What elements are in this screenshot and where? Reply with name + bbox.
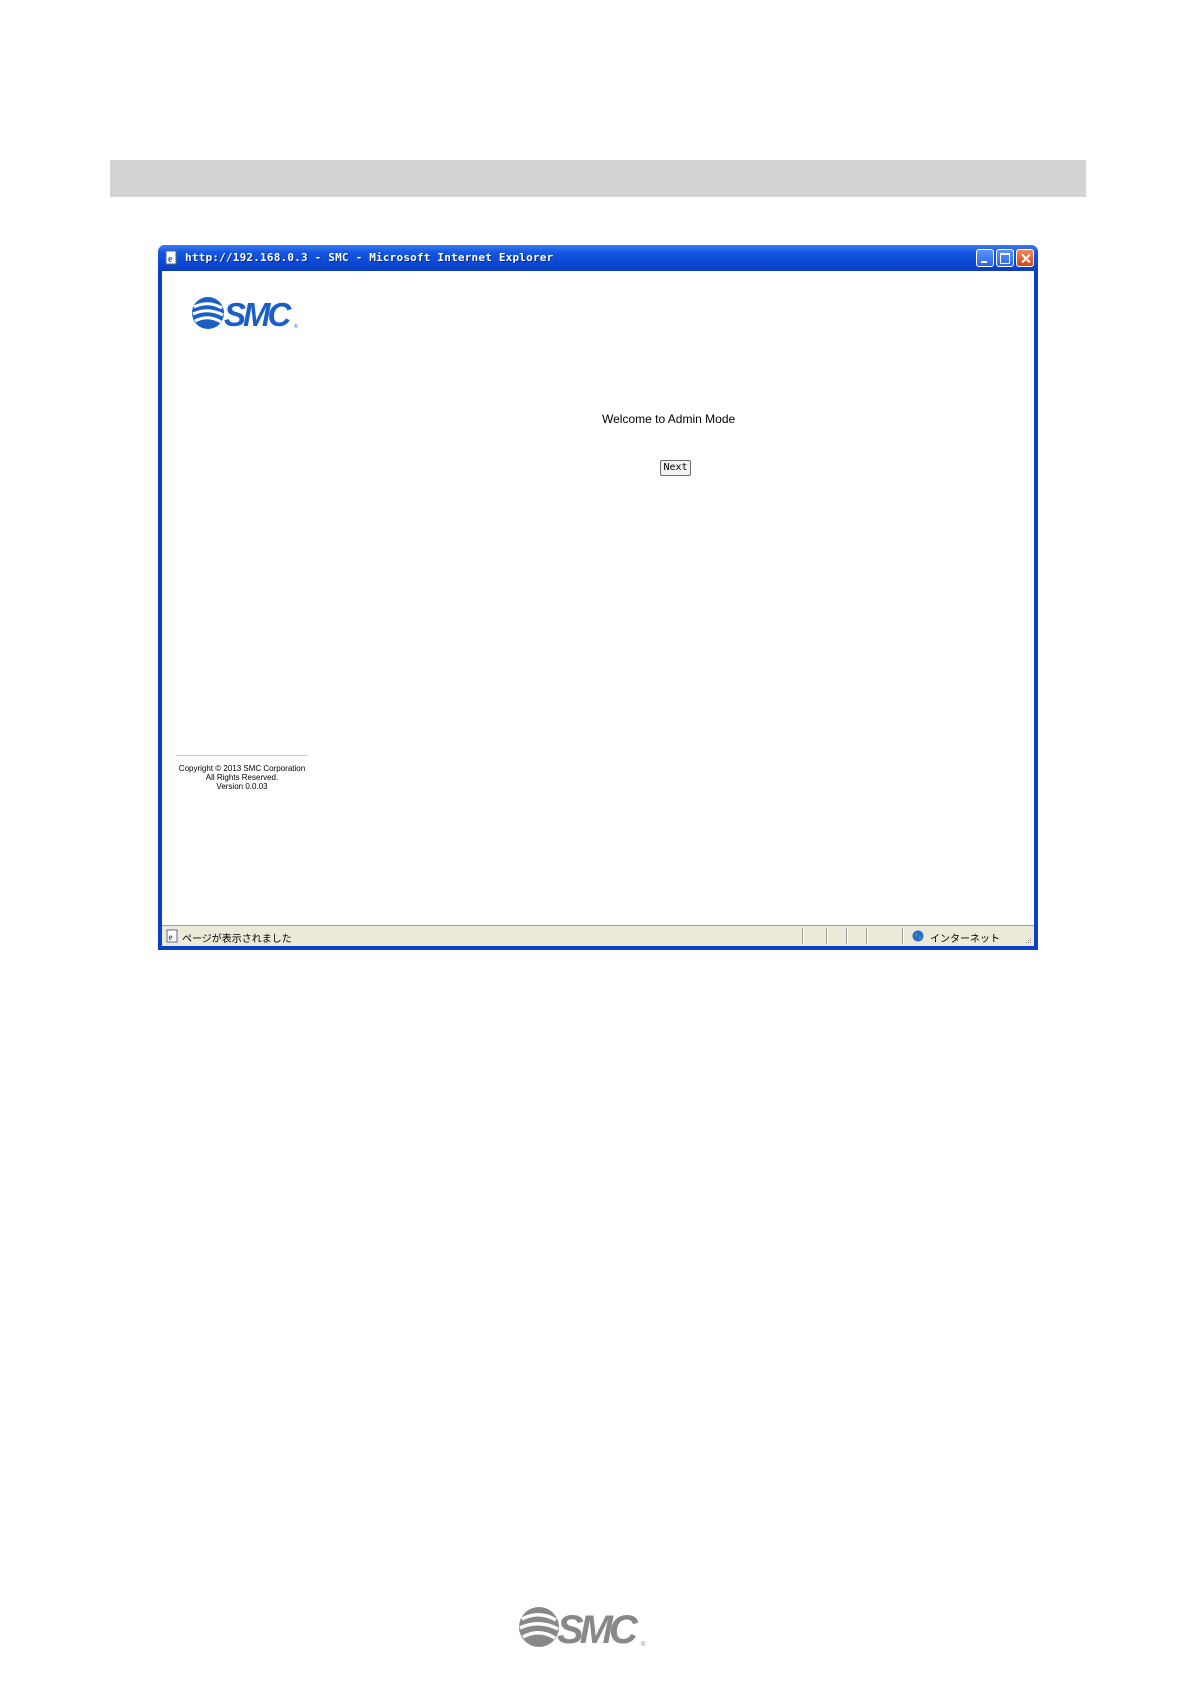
- smc-logo: SMC ®: [192, 296, 298, 332]
- svg-text:®: ®: [641, 1641, 646, 1648]
- status-divider: [826, 928, 827, 944]
- svg-text:®: ®: [294, 323, 298, 330]
- smc-footer-logo: SMC ®: [519, 1607, 646, 1651]
- copyright-text: Copyright © 2013 SMC Corporation: [178, 764, 306, 773]
- footer-divider: [176, 755, 308, 756]
- version-text: Version 0.0.03: [216, 782, 268, 791]
- minimize-button[interactable]: [976, 249, 994, 267]
- section-header-bar: [110, 160, 1086, 197]
- svg-text:SMC: SMC: [557, 1608, 639, 1651]
- title-bar[interactable]: e http://192.168.0.3 - SMC - Microsoft I…: [158, 245, 1038, 271]
- status-divider: [846, 928, 847, 944]
- status-divider: [902, 928, 903, 944]
- page-content: SMC ® Welcome to Admin Mode Next Copyrig…: [162, 271, 1034, 925]
- status-divider: [866, 928, 867, 944]
- globe-icon: [912, 930, 924, 942]
- ie-page-icon: e: [165, 250, 177, 265]
- welcome-message: Welcome to Admin Mode: [602, 412, 736, 426]
- svg-text:SMC: SMC: [224, 296, 293, 332]
- page-done-icon: e: [166, 929, 178, 943]
- maximize-button[interactable]: [996, 249, 1014, 267]
- next-button[interactable]: Next: [660, 460, 691, 476]
- status-divider: [802, 928, 803, 944]
- status-bar: e ページが表示されました インターネット: [162, 925, 1034, 946]
- svg-text:e: e: [168, 254, 173, 265]
- rights-text: All Rights Reserved.: [205, 773, 279, 782]
- window-title: http://192.168.0.3 - SMC - Microsoft Int…: [185, 251, 554, 264]
- browser-window: e http://192.168.0.3 - SMC - Microsoft I…: [158, 245, 1038, 950]
- footer: Copyright © 2013 SMC Corporation All Rig…: [176, 764, 308, 791]
- status-text: ページが表示されました: [182, 934, 292, 945]
- resize-grip-icon[interactable]: [1024, 936, 1032, 944]
- close-button[interactable]: [1016, 249, 1034, 267]
- svg-text:e: e: [169, 932, 173, 942]
- security-zone-text: インターネット: [930, 934, 1000, 945]
